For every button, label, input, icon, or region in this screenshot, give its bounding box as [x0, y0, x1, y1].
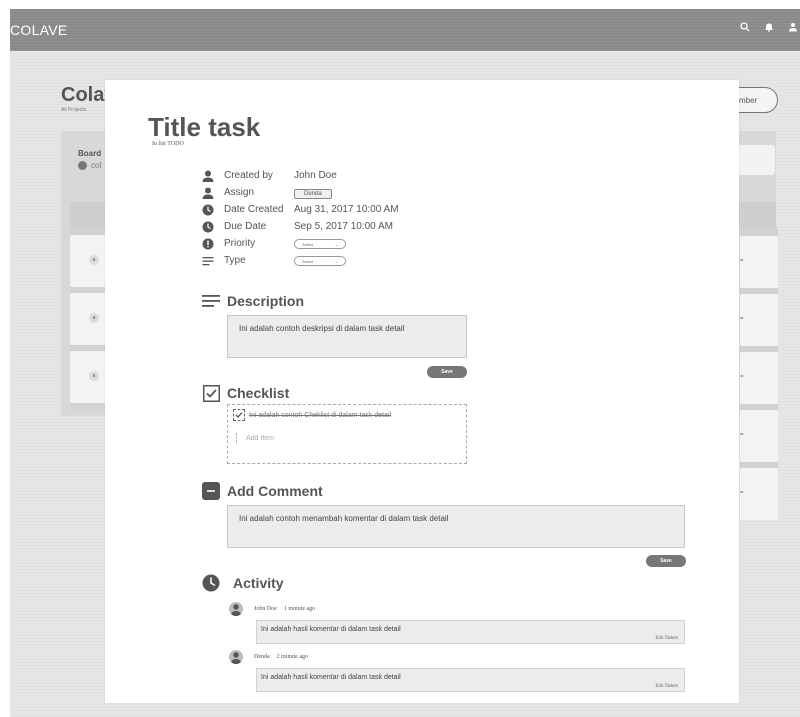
checklist-box: Ini adalah contoh Cheklist di dalam task…: [227, 404, 467, 464]
activity-heading: Activity: [202, 574, 284, 592]
menu-icon: =: [740, 432, 744, 438]
description-heading: Description: [202, 292, 304, 310]
activity-username: Denda: [254, 654, 270, 660]
clock-icon: [202, 574, 220, 592]
search-icon[interactable]: [740, 22, 750, 35]
top-navbar: COLAVE: [10, 9, 800, 51]
priority-row: Priority Select ⌄: [202, 235, 399, 252]
type-select[interactable]: Select ⌄: [294, 256, 346, 267]
drag-handle-icon: [236, 433, 240, 443]
checklist-heading: Checklist: [202, 384, 289, 402]
task-card[interactable]: a: [70, 351, 110, 403]
task-card-right[interactable]: =: [740, 294, 778, 346]
person-icon: [202, 187, 214, 199]
chevron-down-icon: ⌄: [334, 258, 338, 264]
menu-icon: =: [740, 258, 744, 264]
comment-icon: [202, 482, 220, 500]
task-card-right[interactable]: =: [740, 352, 778, 404]
add-comment-heading: Add Comment: [202, 482, 323, 500]
due-date-label: Due Date: [224, 221, 267, 232]
activity-comment-text: Ini adalah hasil komentar di dalam task …: [261, 674, 401, 681]
board-action-chip[interactable]: [737, 145, 775, 175]
brand-logo[interactable]: COLAVE: [10, 22, 68, 38]
person-icon: [202, 170, 214, 182]
card-avatar: a: [89, 255, 99, 265]
created-by-value: John Doe: [294, 170, 337, 181]
lines-icon: [202, 255, 214, 267]
activity-username: John Doe: [254, 606, 277, 612]
edit-delete-links[interactable]: Edit Delete: [655, 684, 678, 689]
task-card[interactable]: a: [70, 235, 110, 287]
add-checklist-item[interactable]: Add Item: [236, 433, 274, 443]
exclamation-icon: [202, 238, 214, 250]
chevron-down-icon: ⌄: [334, 241, 338, 247]
task-meta: Created by John Doe Assign Denda Date Cr…: [202, 167, 399, 269]
board-subtitle: col: [78, 161, 101, 171]
card-avatar: a: [89, 371, 99, 381]
task-title[interactable]: Title task: [148, 112, 260, 143]
type-label: Type: [224, 255, 246, 266]
comment-save-button[interactable]: Save: [646, 555, 686, 567]
menu-icon: =: [740, 374, 744, 380]
activity-user: Denda 2 minute ago: [229, 650, 308, 664]
task-card-right[interactable]: =: [740, 236, 778, 288]
board-label: Board: [78, 149, 102, 158]
globe-icon: [78, 161, 87, 171]
task-card-right[interactable]: =: [740, 410, 778, 462]
assignee-chip[interactable]: Denda: [294, 188, 332, 199]
due-date-row: Due Date Sep 5, 2017 10:00 AM: [202, 218, 399, 235]
created-by-label: Created by: [224, 170, 273, 181]
edit-delete-links[interactable]: Edit Delete: [655, 636, 678, 641]
card-avatar: a: [89, 313, 99, 323]
task-card[interactable]: a: [70, 293, 110, 345]
checklist-item[interactable]: Ini adalah contoh Cheklist di dalam task…: [233, 409, 391, 421]
priority-select[interactable]: Select ⌄: [294, 239, 346, 250]
date-created-row: Date Created Aug 31, 2017 10:00 AM: [202, 201, 399, 218]
checkbox-icon: [202, 384, 220, 402]
date-created-value: Aug 31, 2017 10:00 AM: [294, 204, 399, 215]
description-save-button[interactable]: Save: [427, 366, 467, 378]
activity-user: John Doe 1 minute ago: [229, 602, 315, 616]
checklist-item-text: Ini adalah contoh Cheklist di dalam task…: [249, 411, 392, 419]
task-list-info: In list TODO: [152, 141, 184, 147]
description-textarea[interactable]: Ini adalah contoh deskripsi di dalam tas…: [227, 315, 467, 358]
date-created-label: Date Created: [224, 204, 284, 215]
activity-time: 2 minute ago: [276, 654, 308, 660]
comment-textarea[interactable]: Ini adalah contoh menambah komentar di d…: [227, 505, 685, 548]
activity-time: 1 minute ago: [283, 606, 316, 612]
assign-row: Assign Denda: [202, 184, 399, 201]
clock-icon: [202, 221, 214, 233]
task-card-right[interactable]: =: [740, 468, 778, 520]
task-detail-modal: Title task In list TODO Created by John …: [105, 80, 739, 703]
priority-label: Priority: [224, 238, 256, 249]
activity-comment: Ini adalah hasil komentar di dalam task …: [256, 668, 685, 692]
checked-checkbox-icon[interactable]: [233, 409, 245, 421]
menu-icon: =: [740, 316, 744, 322]
project-breadcrumb[interactable]: All Projects: [61, 107, 86, 113]
type-row: Type Select ⌄: [202, 252, 399, 269]
assign-label: Assign: [224, 187, 255, 198]
user-icon[interactable]: [788, 22, 798, 35]
description-icon: [202, 292, 220, 310]
activity-comment: Ini adalah hasil komentar di dalam task …: [256, 620, 685, 644]
bell-icon[interactable]: [764, 22, 774, 35]
avatar[interactable]: [229, 650, 243, 664]
avatar[interactable]: [229, 602, 243, 616]
clock-icon: [202, 204, 214, 216]
created-by-row: Created by John Doe: [202, 167, 399, 184]
due-date-value[interactable]: Sep 5, 2017 10:00 AM: [294, 221, 393, 232]
top-icons: [740, 22, 798, 35]
activity-comment-text: Ini adalah hasil komentar di dalam task …: [261, 626, 401, 633]
menu-icon: =: [740, 490, 744, 496]
